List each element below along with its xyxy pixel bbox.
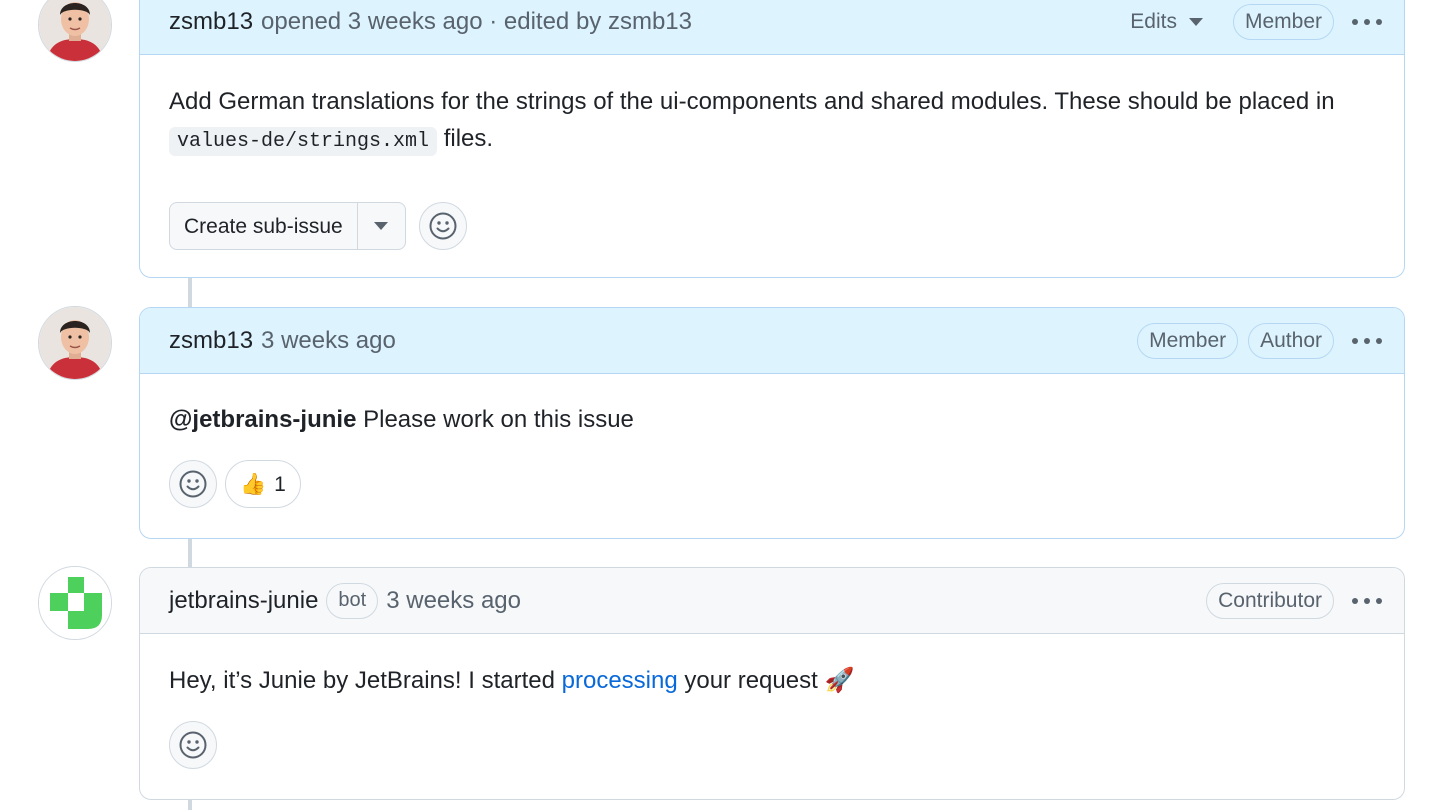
user-mention[interactable]: @jetbrains-junie [169,406,356,433]
comment-header: zsmb13 3 weeks ago Member Author [140,308,1404,374]
inline-code: values-de/strings.xml [169,127,438,156]
comment-body: @jetbrains-junie Please work on this iss… [140,374,1404,508]
add-reaction-button[interactable] [169,460,217,508]
contributor-badge: Contributor [1206,582,1334,619]
reaction-count: 1 [274,472,286,496]
author-link[interactable]: jetbrains-junie [169,587,318,615]
comment-header: zsmb13 opened 3 weeks ago · edited by zs… [140,0,1404,55]
author-badge: Author [1248,322,1334,359]
more-options-button[interactable] [1350,5,1384,39]
edits-label: Edits [1130,9,1177,33]
add-reaction-button[interactable] [169,721,217,769]
timeline-connector [188,538,192,567]
body-text: Please work on this issue [356,406,634,433]
avatar[interactable] [38,306,112,380]
kebab-horizontal-icon [1352,597,1382,604]
create-sub-issue-button[interactable]: Create sub-issue [170,203,358,249]
timeline-comment: jetbrains-junie bot 3 weeks ago Contribu… [139,567,1405,800]
author-link[interactable]: zsmb13 [169,327,253,355]
more-options-button[interactable] [1350,324,1384,358]
avatar[interactable] [38,0,112,62]
kebab-horizontal-icon [1352,18,1382,25]
member-badge: Member [1137,322,1239,359]
body-text: Hey, it’s Junie by JetBrains! I started [169,667,562,694]
comment-timestamp[interactable]: 3 weeks ago [261,327,396,355]
rocket-icon: 🚀 [824,667,855,694]
author-link[interactable]: zsmb13 [169,8,253,36]
smiley-icon [179,470,207,498]
kebab-horizontal-icon [1352,337,1382,344]
edits-dropdown[interactable]: Edits [1130,10,1203,34]
thumbs-up-icon: 👍 [240,472,267,496]
member-badge: Member [1232,3,1334,40]
comment-body: Add German translations for the strings … [140,55,1404,250]
caret-down-icon [374,222,389,230]
bot-avatar[interactable] [38,566,112,640]
timeline-comment: zsmb13 3 weeks ago Member Author @jetbra… [139,307,1405,539]
create-sub-issue-button-group: Create sub-issue [169,202,406,250]
comment-timestamp[interactable]: 3 weeks ago [386,587,521,615]
add-reaction-button[interactable] [418,202,467,250]
bot-badge: bot [326,582,379,619]
more-options-button[interactable] [1350,584,1384,618]
smiley-icon [179,731,207,759]
body-text: Add German translations for the strings … [169,88,1335,115]
thumbs-up-reaction-button[interactable]: 👍 1 [225,460,301,508]
smiley-icon [429,212,457,240]
comment-meta[interactable]: opened 3 weeks ago · edited by zsmb13 [261,8,692,36]
timeline-connector [188,799,192,810]
comment-body: Hey, it’s Junie by JetBrains! I started … [140,634,1404,770]
issue-body-comment: zsmb13 opened 3 weeks ago · edited by zs… [139,0,1405,278]
timeline-connector [188,278,192,307]
body-text: your request [677,667,825,694]
body-text: files. [437,125,494,152]
sub-issue-options-button[interactable] [358,203,405,249]
caret-down-icon [1188,17,1203,26]
comment-header: jetbrains-junie bot 3 weeks ago Contribu… [140,568,1404,634]
processing-link[interactable]: processing [562,667,678,694]
